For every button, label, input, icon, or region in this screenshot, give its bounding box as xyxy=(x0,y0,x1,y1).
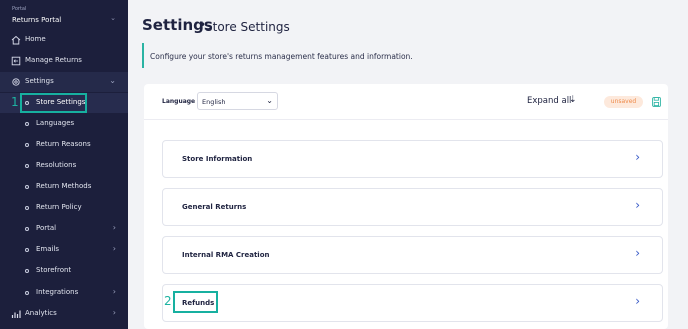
sidebar-item-portal[interactable]: Portal › xyxy=(0,219,128,239)
sidebar-item-label: Languages xyxy=(36,119,75,127)
settings-toolbar: Language English ⌄ Expand all ⇣ unsaved xyxy=(144,84,668,120)
bullet-icon xyxy=(25,164,29,168)
chevron-right-icon: › xyxy=(635,150,640,164)
section-label: Store Information xyxy=(182,155,253,163)
sidebar-item-label: Emails xyxy=(36,245,60,253)
sidebar-item-settings[interactable]: Settings ⌄ xyxy=(0,72,128,92)
expand-all-label: Expand all xyxy=(527,96,572,106)
main-content: Settings • Store Settings Configure your… xyxy=(128,0,688,329)
sidebar-item-manage-returns[interactable]: Manage Returns xyxy=(0,51,128,71)
language-label: Language xyxy=(162,98,196,105)
chevron-right-icon: › xyxy=(112,287,116,296)
settings-card: Language English ⌄ Expand all ⇣ unsaved … xyxy=(144,84,668,329)
sidebar-item-analytics[interactable]: Analytics › xyxy=(0,304,128,324)
sidebar-item-label: Return Policy xyxy=(36,203,82,211)
sidebar-item-resolutions[interactable]: Resolutions xyxy=(0,156,128,176)
portal-caption: Portal xyxy=(12,6,27,12)
sidebar-item-languages[interactable]: Languages xyxy=(0,114,128,134)
sidebar-item-label: Settings xyxy=(25,77,54,85)
chevron-down-icon: ⌄ xyxy=(109,76,116,85)
chevron-right-icon: › xyxy=(112,223,116,232)
section-internal-rma-creation[interactable]: Internal RMA Creation › xyxy=(162,236,663,274)
description-accent xyxy=(142,43,144,68)
section-label: General Returns xyxy=(182,203,247,211)
save-icon[interactable] xyxy=(652,97,661,107)
expand-all-icon: ⇣ xyxy=(569,95,577,105)
sidebar-item-emails[interactable]: Emails › xyxy=(0,240,128,260)
sidebar-item-label: Home xyxy=(25,35,46,43)
section-label: Internal RMA Creation xyxy=(182,251,270,259)
sidebar-item-storefront[interactable]: Storefront xyxy=(0,261,128,281)
portal-switcher[interactable]: Portal Returns Portal ⌄ xyxy=(12,6,118,28)
sidebar-item-label: Integrations xyxy=(36,288,79,296)
chevron-right-icon: › xyxy=(635,198,640,212)
sidebar-item-label: Manage Returns xyxy=(25,56,82,64)
section-refunds[interactable]: Refunds › xyxy=(162,284,663,322)
sidebar-item-label: Storefront xyxy=(36,266,72,274)
analytics-icon xyxy=(11,310,21,318)
sidebar-item-label: Analytics xyxy=(25,309,57,317)
sidebar-item-label: Portal xyxy=(36,224,57,232)
bullet-icon xyxy=(25,227,29,231)
page-description: Configure your store's returns managemen… xyxy=(150,52,413,61)
sidebar-item-home[interactable]: Home xyxy=(0,30,128,50)
sidebar-item-label: Return Reasons xyxy=(36,140,91,148)
bullet-icon xyxy=(25,122,29,126)
sidebar-item-return-methods[interactable]: Return Methods xyxy=(0,177,128,197)
status-badge: unsaved xyxy=(604,96,643,108)
bullet-icon xyxy=(25,269,29,273)
highlight-refunds xyxy=(173,291,218,313)
language-select[interactable]: English ⌄ xyxy=(197,92,278,110)
sidebar-item-label: Resolutions xyxy=(36,161,77,169)
bullet-icon xyxy=(25,248,29,252)
home-icon xyxy=(11,35,21,45)
bullet-icon xyxy=(25,185,29,189)
highlight-store-settings xyxy=(20,93,87,113)
chevron-right-icon: › xyxy=(635,246,640,260)
bullet-icon xyxy=(25,206,29,210)
gear-icon xyxy=(12,78,20,86)
section-store-information[interactable]: Store Information › xyxy=(162,140,663,178)
chevron-right-icon: › xyxy=(112,244,116,253)
sidebar-item-label: Return Methods xyxy=(36,182,92,190)
chevron-right-icon: › xyxy=(635,294,640,308)
sidebar-item-integrations[interactable]: Integrations › xyxy=(0,283,128,303)
sidebar-item-return-reasons[interactable]: Return Reasons xyxy=(0,135,128,155)
page-subtitle: Store Settings xyxy=(205,20,290,34)
step-number-1: 1 xyxy=(11,95,19,109)
sidebar: Portal Returns Portal ⌄ Home Manage Retu… xyxy=(0,0,128,329)
chevron-down-icon: ⌄ xyxy=(266,96,273,105)
chevron-right-icon: › xyxy=(112,308,116,317)
sidebar-item-return-policy[interactable]: Return Policy xyxy=(0,198,128,218)
language-value: English xyxy=(202,98,226,106)
step-number-2: 2 xyxy=(164,294,172,308)
bullet-icon xyxy=(25,143,29,147)
section-general-returns[interactable]: General Returns › xyxy=(162,188,663,226)
returns-icon xyxy=(11,56,21,66)
chevron-down-icon: ⌄ xyxy=(110,14,116,22)
portal-name: Returns Portal xyxy=(12,16,62,24)
bullet-icon xyxy=(25,291,29,295)
